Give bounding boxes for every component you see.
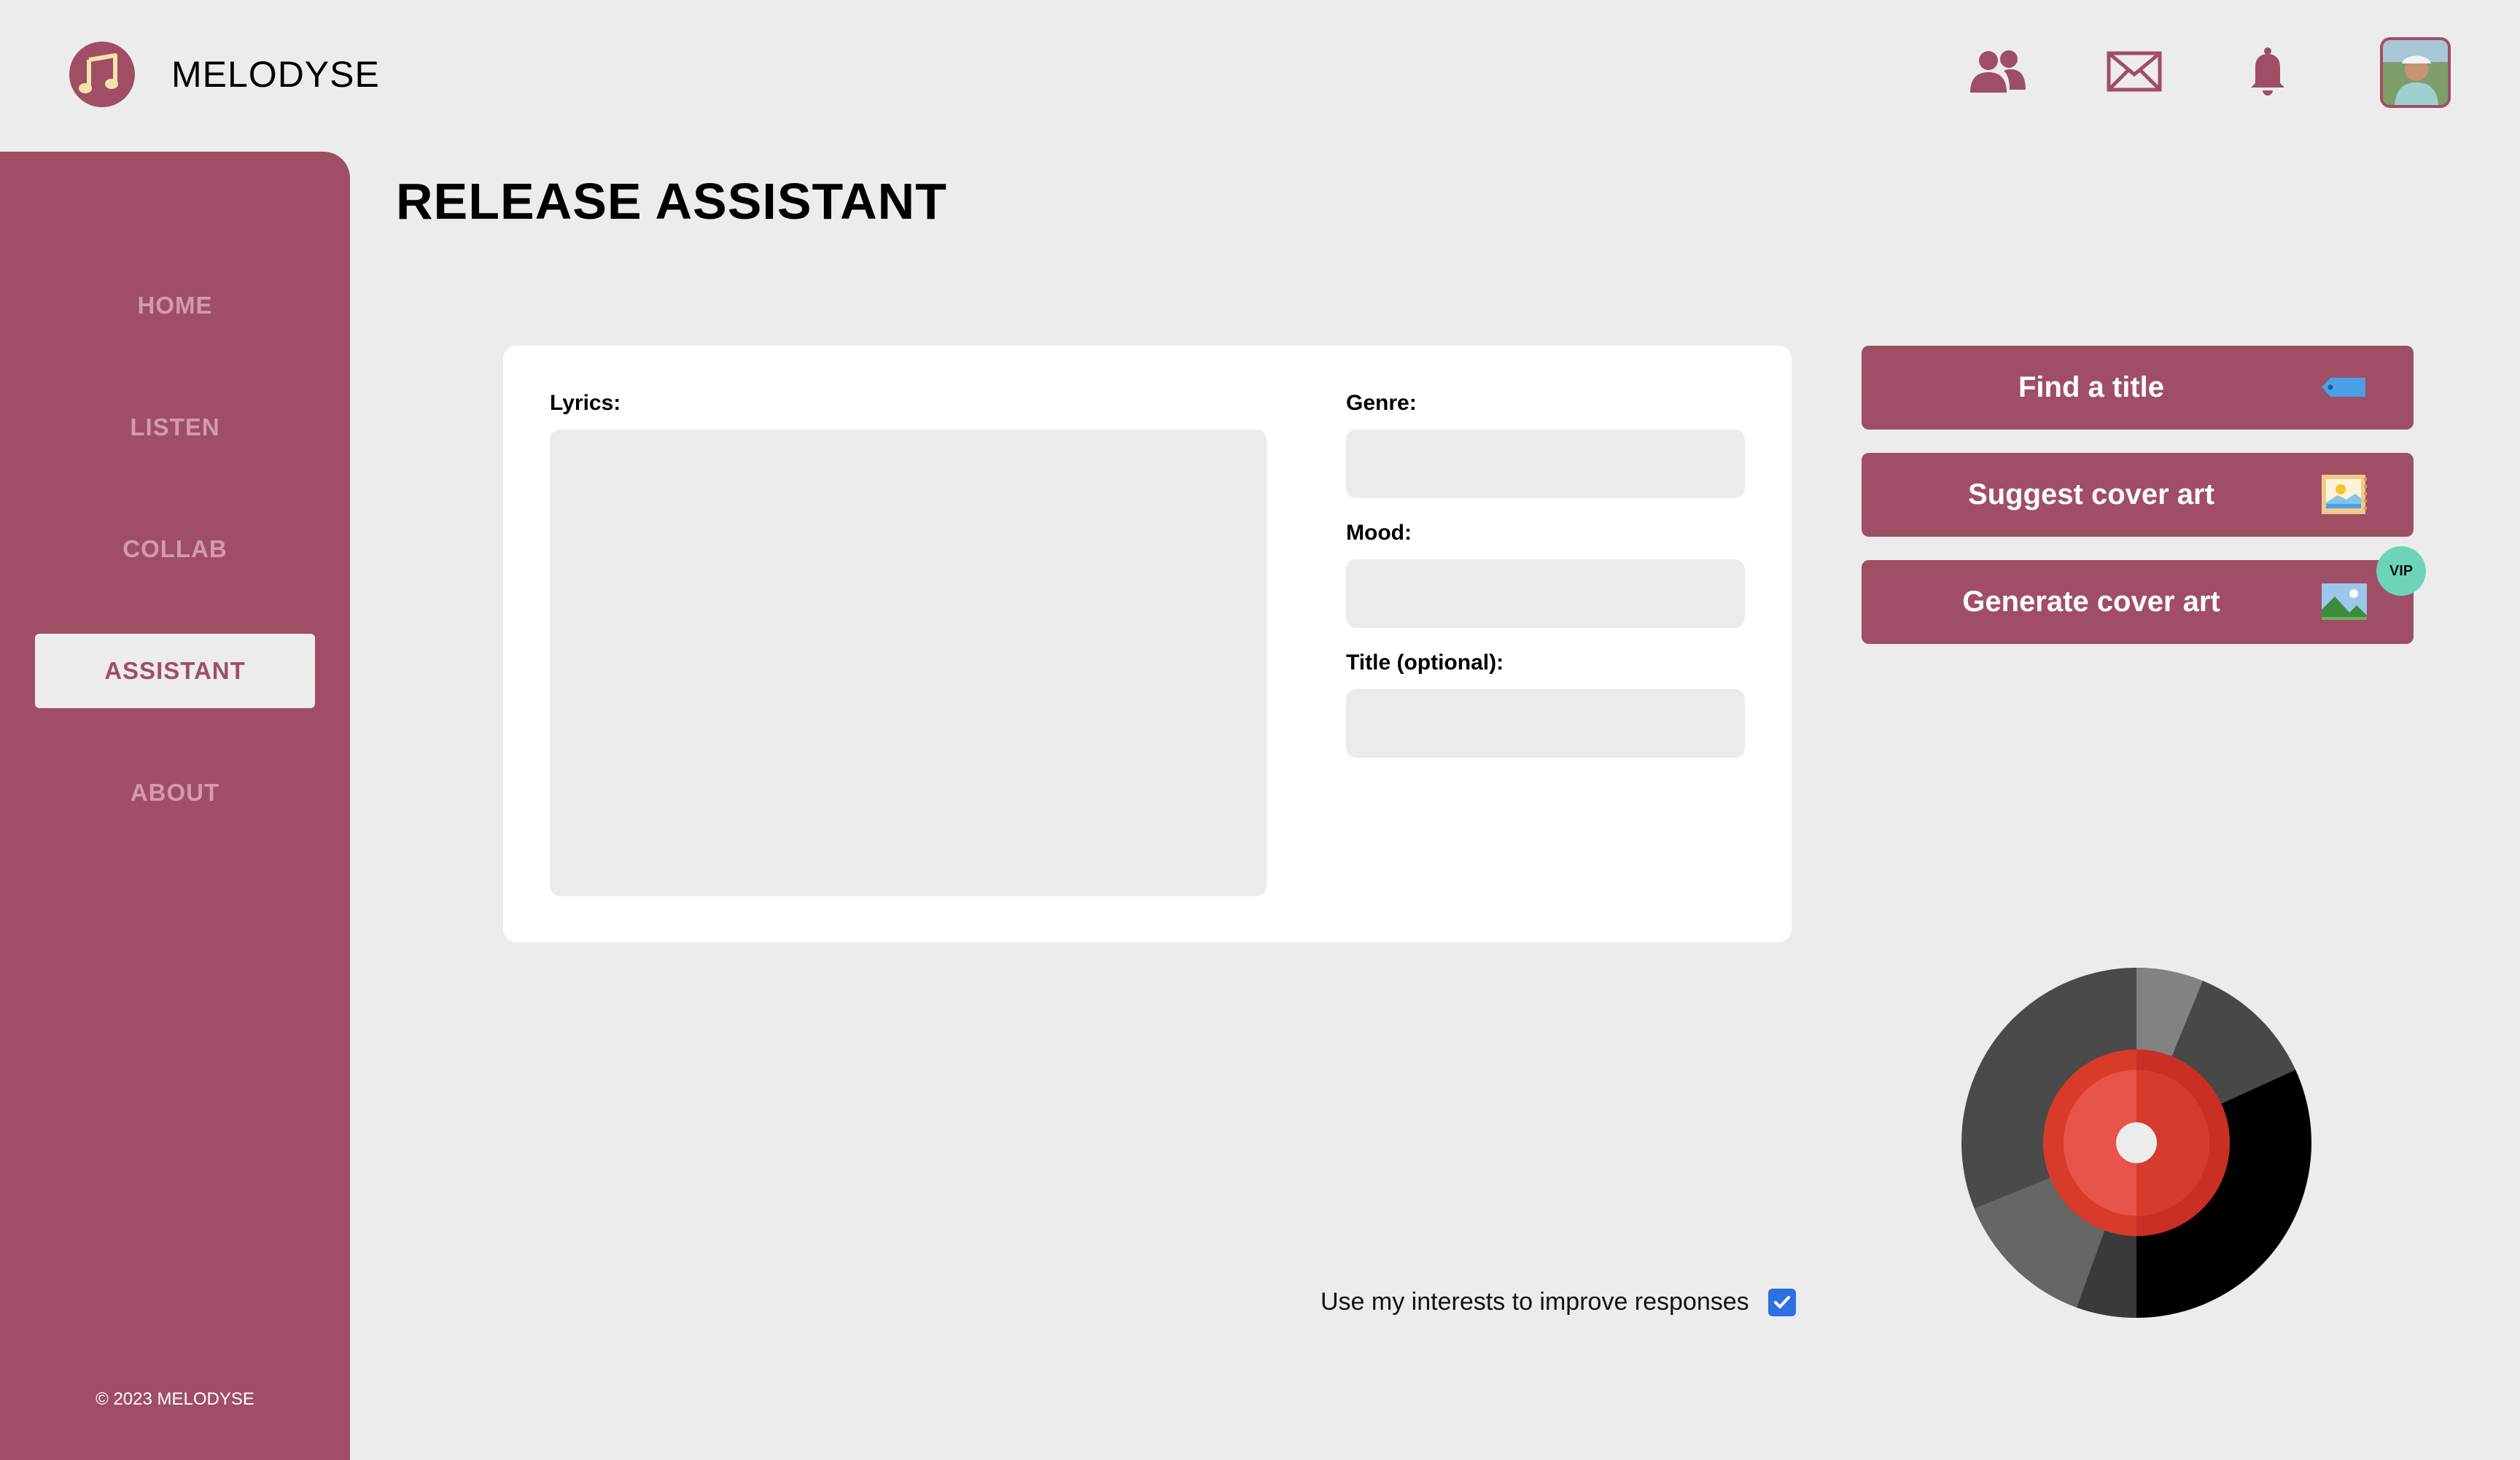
app-name: MELODYSE [171,54,380,95]
lyrics-label: Lyrics: [550,391,621,415]
page: MELODYSE HOME LISTEN COLLAB ASSISTANT AB… [0,0,2520,1460]
consent-row: Use my interests to improve responses [1321,1288,1796,1316]
user-avatar[interactable] [2380,37,2451,108]
page-title: RELEASE ASSISTANT [396,173,947,230]
mail-icon[interactable] [2106,50,2163,93]
music-note-logo-icon [69,42,135,107]
sidebar-item-home[interactable]: HOME [35,268,315,343]
lyrics-textarea[interactable] [550,430,1267,896]
generate-cover-art-label: Generate cover art [1962,586,2220,618]
find-title-button[interactable]: Find a title [1862,346,2414,430]
vip-badge: VIP [2376,546,2426,596]
consent-label: Use my interests to improve responses [1321,1288,1749,1316]
find-title-label: Find a title [2018,371,2164,403]
bell-icon[interactable] [2249,47,2286,96]
tag-icon [2320,366,2368,408]
genre-label: Genre: [1346,391,1417,415]
release-form-card: Lyrics: Genre: Mood: Title (optional): [503,346,1792,942]
title-label: Title (optional): [1346,651,1504,675]
sidebar-item-listen[interactable]: LISTEN [35,390,315,465]
suggest-cover-art-button[interactable]: Suggest cover art [1862,453,2414,537]
suggest-cover-art-label: Suggest cover art [1968,478,2214,510]
generate-cover-art-button[interactable]: Generate cover art [1862,560,2414,644]
title-input[interactable] [1346,689,1745,758]
mood-input[interactable] [1346,559,1745,628]
checkmark-icon [1773,1295,1790,1308]
vinyl-record-illustration [1961,968,2311,1319]
sketchbook-icon [2320,473,2368,516]
image-icon [2320,580,2368,623]
copyright: © 2023 MELODYSE [96,1389,254,1409]
mood-label: Mood: [1346,521,1412,545]
sidebar-item-about[interactable]: ABOUT [35,756,315,830]
brand[interactable]: MELODYSE [69,42,380,107]
sidebar-item-assistant[interactable]: ASSISTANT [35,634,315,708]
genre-input[interactable] [1346,430,1745,498]
interests-checkbox[interactable] [1768,1288,1796,1316]
sidebar-item-collab[interactable]: COLLAB [35,512,315,586]
people-icon[interactable] [1969,45,2027,98]
